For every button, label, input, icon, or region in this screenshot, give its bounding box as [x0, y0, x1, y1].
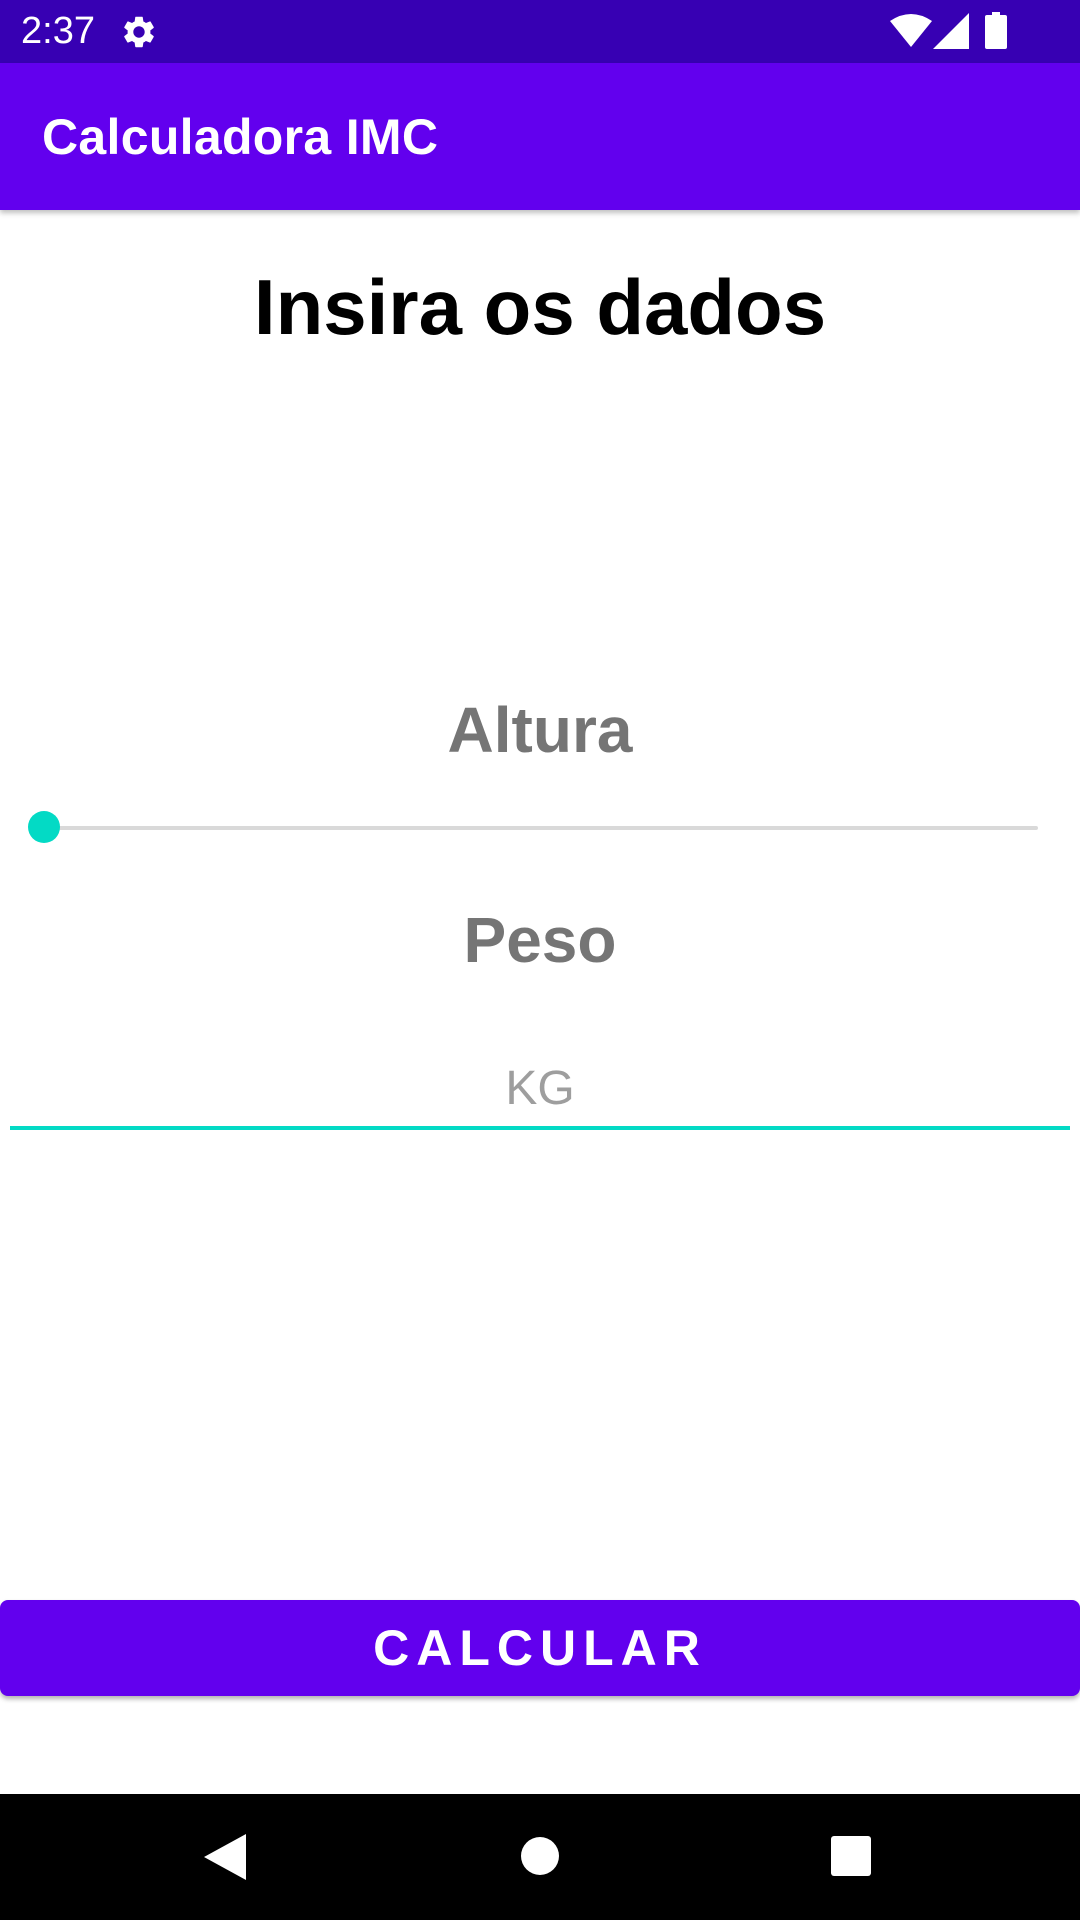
app-bar: Calculadora IMC [0, 63, 1080, 210]
wifi-icon [890, 14, 932, 47]
status-bar: 2:37 [0, 0, 1080, 63]
signal-icon [933, 13, 969, 49]
battery-icon [985, 12, 1007, 49]
home-icon[interactable] [520, 1836, 560, 1876]
nav-bar [0, 1794, 1080, 1920]
page-heading: Insira os dados [253, 263, 827, 351]
slider-track[interactable] [42, 826, 1038, 830]
slider-thumb[interactable] [28, 811, 60, 843]
gear-icon [124, 16, 154, 48]
recents-icon[interactable] [831, 1836, 871, 1876]
altura-label: Altura [447, 694, 633, 766]
screen: 2:37 Calculadora IMC Insira os dados Alt… [0, 0, 1080, 1920]
calculate-button[interactable]: CALCULAR [0, 1600, 1080, 1696]
status-time: 2:37 [21, 10, 95, 52]
peso-input[interactable] [10, 1050, 1070, 1130]
back-icon[interactable] [204, 1834, 246, 1880]
altura-slider[interactable] [26, 808, 1040, 848]
peso-label: Peso [463, 904, 617, 976]
app-title: Calculadora IMC [42, 109, 439, 165]
